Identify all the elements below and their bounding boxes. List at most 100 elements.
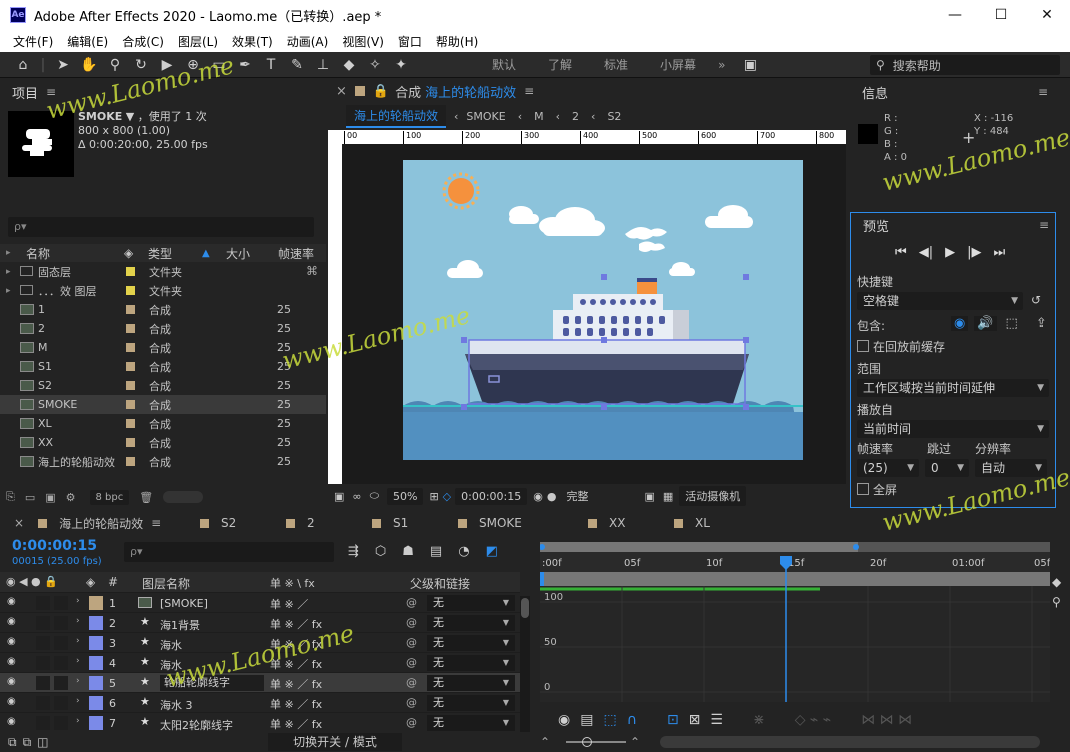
first-frame-icon[interactable]: ⏮ xyxy=(895,245,907,260)
rotate-tool-icon[interactable]: ↻ xyxy=(130,54,152,76)
timeline-tab[interactable]: XL xyxy=(674,516,760,530)
solo-toggle[interactable] xyxy=(36,596,50,610)
menu-effect[interactable]: 效果(T) xyxy=(225,33,280,50)
visibility-eye-icon[interactable]: ◉ xyxy=(7,636,16,647)
breadcrumb-item[interactable]: M xyxy=(534,110,544,123)
layer-switches[interactable]: 单 ※ ／ fx xyxy=(270,716,322,732)
eraser-tool-icon[interactable]: ◆ xyxy=(338,54,360,76)
menu-animation[interactable]: 动画(A) xyxy=(280,33,336,50)
transfer-controls-icon[interactable]: ⧉ xyxy=(23,735,32,750)
panel-menu-icon[interactable]: ≡ xyxy=(524,84,534,98)
expand-arrow-icon[interactable]: ▸ xyxy=(6,267,11,277)
menu-composition[interactable]: 合成(C) xyxy=(115,33,171,50)
project-item[interactable]: S1 合成 25 xyxy=(0,357,326,376)
pan-behind-tool-icon[interactable]: ⊕ xyxy=(182,54,204,76)
visibility-eye-icon[interactable]: ◉ xyxy=(7,696,16,707)
layer-switches[interactable]: 单 ※ ／ fx xyxy=(270,636,322,652)
workspace-more-icon[interactable]: » xyxy=(712,58,731,72)
layer-switches[interactable]: 单 ※ ／ fx xyxy=(270,696,322,712)
label-color-swatch[interactable] xyxy=(126,286,135,295)
solo-toggle[interactable] xyxy=(36,616,50,630)
lock-toggle[interactable] xyxy=(54,696,68,710)
zoom-slider-track[interactable] xyxy=(566,741,626,743)
parent-dropdown[interactable]: 无 ▼ xyxy=(427,615,515,631)
expand-arrow-icon[interactable]: › xyxy=(76,656,80,666)
breadcrumb-item[interactable]: SMOKE xyxy=(466,110,505,123)
type-tool-icon[interactable]: T xyxy=(260,54,282,76)
layer-label-swatch[interactable] xyxy=(89,656,103,670)
project-item[interactable]: SMOKE 合成 25 xyxy=(0,395,326,414)
bit-depth-button[interactable]: 8 bpc xyxy=(89,489,130,505)
project-item[interactable]: 海上的轮船动效 合成 25 xyxy=(0,452,326,471)
close-tab-icon[interactable]: × xyxy=(14,516,24,530)
timeline-layer-row[interactable]: ◉ › 3 ★ 海水单 ※ ／ fx @ 无 ▼ xyxy=(0,632,520,652)
parent-dropdown[interactable]: 无 ▼ xyxy=(427,655,515,671)
snap-icon[interactable]: ∩ xyxy=(627,712,637,728)
expand-arrow-icon[interactable]: › xyxy=(76,716,80,726)
resolution-dropdown[interactable]: 自动 ▼ xyxy=(975,459,1047,477)
edit-keyframes-icon[interactable]: ☰ xyxy=(710,712,723,728)
project-item[interactable]: XL 合成 25 xyxy=(0,414,326,433)
column-type[interactable]: 类型 xyxy=(148,245,172,262)
lock-toggle[interactable] xyxy=(54,656,68,670)
visibility-eye-icon[interactable]: ◉ xyxy=(7,676,16,687)
layer-name[interactable]: 轮船轮廓线字 xyxy=(160,675,264,691)
transparency-grid-icon[interactable]: ▦ xyxy=(663,490,673,503)
help-search-input[interactable]: ⚲ 搜索帮助 xyxy=(870,55,1060,75)
graph-editor-icon[interactable]: ◩ xyxy=(486,544,498,559)
column-size[interactable]: 大小 xyxy=(226,245,250,262)
pick-whip-icon[interactable]: @ xyxy=(406,716,417,729)
panel-menu-icon[interactable]: ≡ xyxy=(1039,218,1049,232)
skip-dropdown[interactable]: 0 ▼ xyxy=(925,459,969,477)
timeline-layer-row[interactable]: ◉ › 2 ★ 海1背景单 ※ ／ fx @ 无 ▼ xyxy=(0,612,520,632)
layer-name-column[interactable]: 图层名称 xyxy=(142,575,190,592)
layer-switches[interactable]: 单 ※ ／ fx xyxy=(270,676,322,692)
snapshot-icon[interactable]: ◉ xyxy=(533,490,543,503)
layer-name[interactable]: 海水 xyxy=(160,657,182,673)
lock-icon[interactable]: 🔒 xyxy=(373,84,389,99)
new-composition-icon[interactable]: ▣ xyxy=(45,491,55,504)
grid-icon[interactable]: ⊞ xyxy=(429,490,438,503)
layer-label-swatch[interactable] xyxy=(89,636,103,650)
graph-editor[interactable]: :00f 05f 10f 15f 20f 01:00f 05f 100 50 0 xyxy=(539,542,1051,702)
new-folder-icon[interactable]: ▭ xyxy=(25,491,35,504)
layer-name[interactable]: 海1背景 xyxy=(160,617,200,633)
project-item[interactable]: 2 合成 25 xyxy=(0,319,326,338)
menu-view[interactable]: 视图(V) xyxy=(335,33,391,50)
parent-dropdown[interactable]: 无 ▼ xyxy=(427,695,515,711)
always-preview-icon[interactable]: ▣ xyxy=(334,490,344,503)
project-item[interactable]: M 合成 25 xyxy=(0,338,326,357)
keyframe-marker-icon[interactable]: ◆ xyxy=(1052,572,1061,592)
timeline-layer-row[interactable]: ◉ › 7 ★ 太阳2轮廓线字单 ※ ／ fx @ 无 ▼ xyxy=(0,712,520,732)
layer-name[interactable]: 太阳2轮廓线字 xyxy=(160,717,233,733)
scrollbar-thumb[interactable] xyxy=(521,598,529,618)
parent-dropdown[interactable]: 无 ▼ xyxy=(427,595,515,611)
label-color-swatch[interactable] xyxy=(126,267,135,276)
export-icon[interactable]: ⇪ xyxy=(1033,316,1050,331)
menu-window[interactable]: 窗口 xyxy=(391,33,429,50)
graph-visibility-icon[interactable]: ◉ xyxy=(558,712,570,728)
panel-menu-icon[interactable]: ≡ xyxy=(1038,85,1048,99)
show-channel-icon[interactable]: ● xyxy=(547,490,557,503)
frame-rate-dropdown[interactable]: (25) ▼ xyxy=(857,459,919,477)
fullscreen-checkbox[interactable] xyxy=(857,483,869,495)
reset-icon[interactable]: ↺ xyxy=(1031,293,1041,307)
layer-name[interactable]: 海水 3 xyxy=(160,697,193,713)
selection-tool-icon[interactable]: ➤ xyxy=(52,54,74,76)
graph-type-icon[interactable]: ▤ xyxy=(580,712,593,728)
timeline-layer-row[interactable]: ◉ › 1 [SMOKE] 单 ※ ／ @ 无 ▼ xyxy=(0,592,520,612)
parent-dropdown[interactable]: 无 ▼ xyxy=(427,635,515,651)
pen-tool-icon[interactable]: ✒ xyxy=(234,54,256,76)
expand-arrow-icon[interactable]: › xyxy=(76,676,80,686)
shy-layers-icon[interactable]: ☗ xyxy=(402,544,414,559)
comp-tab-name[interactable]: 海上的轮船动效 xyxy=(425,82,516,101)
project-settings-icon[interactable]: ⚙ xyxy=(66,491,76,504)
menu-layer[interactable]: 图层(L) xyxy=(171,33,225,50)
layer-scrollbar[interactable] xyxy=(520,596,530,732)
visibility-eye-icon[interactable]: ◉ xyxy=(7,656,16,667)
toggle-switches-modes-button[interactable]: 切换开关 / 模式 xyxy=(268,733,402,751)
roto-brush-tool-icon[interactable]: ✧ xyxy=(364,54,386,76)
play-icon[interactable]: ▶ xyxy=(945,245,955,260)
solo-toggle[interactable] xyxy=(36,716,50,730)
fit-all-icon[interactable]: ⊠ xyxy=(689,712,701,728)
